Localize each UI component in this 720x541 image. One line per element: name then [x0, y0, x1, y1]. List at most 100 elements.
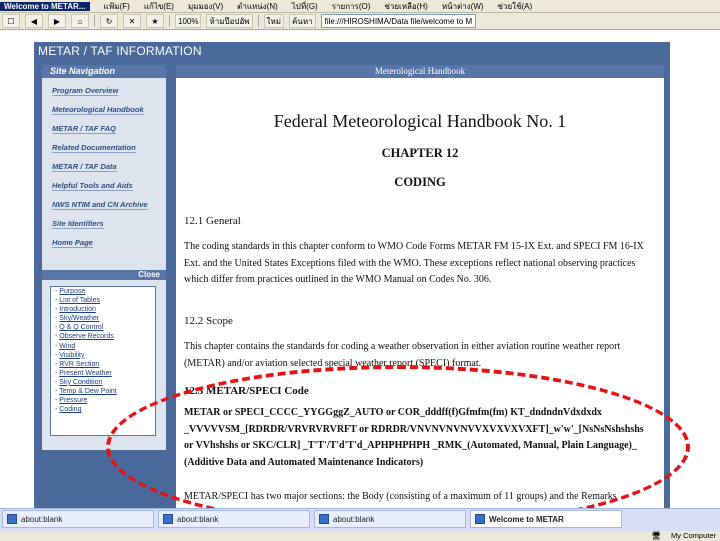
toc-link[interactable]: Present Weather: [59, 370, 111, 377]
home-icon[interactable]: ⌂: [71, 14, 89, 28]
menu-view[interactable]: มุมมอง(V): [188, 0, 223, 12]
bookmark-icon[interactable]: ★: [146, 14, 164, 28]
menu-edit[interactable]: แก้ไข(E): [144, 0, 174, 12]
toc-item[interactable]: - Sky Condition: [51, 378, 155, 387]
toc-item[interactable]: - Observe Records: [51, 332, 155, 341]
toolbar-divider-3: [257, 15, 259, 27]
search-button[interactable]: ค้นหา: [289, 14, 316, 28]
browser-toolbar: ☐ ◀ ▶ ⌂ ↻ ✕ ★ 100% ห้ามป๊อปอัพ ใหม่ ค้นห…: [0, 13, 720, 30]
toc-item[interactable]: - List of Tables: [51, 296, 155, 305]
nav-link-label: NWS NTIM and CN Archive: [52, 200, 148, 210]
taskbar: about:blank about:blank about:blank Welc…: [0, 508, 720, 541]
toc-item[interactable]: - RVR Section: [51, 360, 155, 369]
section-text-scope: This chapter contains the standards for …: [184, 341, 621, 369]
toolbar-divider: [94, 15, 95, 27]
toc-link[interactable]: List of Tables: [59, 297, 100, 304]
metar-code-format: METAR or SPECI_CCCC_YYGGggZ_AUTO or COR_…: [184, 407, 644, 468]
toc-item[interactable]: - Present Weather: [51, 369, 155, 378]
popup-block-button[interactable]: ห้ามป๊อปอัพ: [206, 14, 253, 28]
nav-link-label: Helpful Tools and Aids: [52, 181, 133, 191]
toc-item[interactable]: - Coding: [51, 405, 155, 414]
toc-item[interactable]: - Temp & Dew Point: [51, 387, 155, 396]
nav-link-meteorological-handbook[interactable]: Meteorological Handbook: [52, 103, 166, 116]
task-button-1[interactable]: about:blank: [2, 510, 154, 528]
site-title: METAR / TAF INFORMATION: [38, 44, 202, 58]
toc-link[interactable]: Coding: [59, 406, 81, 413]
task-button-4[interactable]: Welcome to METAR: [470, 510, 622, 528]
toc-link[interactable]: Temp & Dew Point: [59, 388, 117, 395]
chapter-heading: CHAPTER 12: [381, 146, 459, 160]
browser-icon: [319, 514, 329, 524]
stop-icon[interactable]: ✕: [123, 14, 141, 28]
toc-link[interactable]: Q & Q Control: [59, 324, 103, 331]
nav-link-ntim-archive[interactable]: NWS NTIM and CN Archive: [52, 198, 166, 211]
toc-item[interactable]: - Sky/Weather: [51, 314, 155, 323]
toc-item[interactable]: - Purpose: [51, 287, 155, 296]
nav-link-label: METAR / TAF FAQ: [52, 124, 116, 134]
section-heading-general: 12.1 General: [184, 215, 241, 227]
coding-heading: CODING: [394, 175, 446, 189]
menu-window[interactable]: หน้าต่าง(W): [442, 0, 484, 12]
nav-link-tools[interactable]: Helpful Tools and Aids: [52, 179, 166, 192]
nav-link-site-identifiers[interactable]: Site Identifiers: [52, 217, 166, 230]
toc-link[interactable]: Pressure: [59, 397, 87, 404]
toc-item[interactable]: - Introduction: [51, 305, 155, 314]
nav-link-label: METAR / TAF Data: [52, 162, 117, 172]
browser-icon: [163, 514, 173, 524]
toc-link[interactable]: Purpose: [59, 288, 85, 295]
new-page-icon[interactable]: ☐: [2, 14, 20, 28]
page-viewport: METAR / TAF INFORMATION Site Navigation …: [0, 31, 720, 529]
new-button[interactable]: ใหม่: [263, 14, 284, 28]
forward-icon[interactable]: ▶: [48, 14, 66, 28]
status-right: 🖥 My Computer: [651, 531, 716, 540]
browser-icon: [475, 514, 485, 524]
toc-link[interactable]: RVR Section: [59, 361, 99, 368]
toc-item[interactable]: - Pressure: [51, 396, 155, 405]
section-text-code: METAR/SPECI has two major sections: the …: [184, 491, 617, 508]
toolbar-divider-2: [169, 15, 170, 27]
toc-link[interactable]: Introduction: [59, 306, 96, 313]
task-label: about:blank: [177, 514, 219, 524]
nav-link-related-docs[interactable]: Related Documentation: [52, 141, 166, 154]
nav-link-label: Home Page: [52, 238, 93, 248]
menu-goto[interactable]: ไปที่(G): [292, 0, 318, 12]
toc-link[interactable]: Visibility: [59, 352, 84, 359]
menu-help[interactable]: ช่วยเหลือ(H): [384, 0, 427, 12]
toc-item[interactable]: - Visibility: [51, 351, 155, 360]
reload-icon[interactable]: ↻: [100, 14, 118, 28]
nav-title: Site Navigation: [42, 65, 166, 78]
nav-link-faq[interactable]: METAR / TAF FAQ: [52, 122, 166, 135]
window-title: Welcome to METAR...: [0, 1, 90, 11]
toc-link[interactable]: Sky/Weather: [59, 315, 99, 322]
computer-icon: 🖥: [651, 531, 661, 540]
menu-items[interactable]: รายการ(O): [332, 0, 371, 12]
nav-link-home[interactable]: Home Page: [52, 236, 166, 249]
menu-bar: Welcome to METAR... แฟ้ม(F) แก้ไข(E) มุม…: [0, 0, 720, 13]
nav-link-data[interactable]: METAR / TAF Data: [52, 160, 166, 173]
task-button-2[interactable]: about:blank: [158, 510, 310, 528]
close-button[interactable]: Close: [42, 270, 166, 280]
zoom-select[interactable]: 100%: [175, 14, 202, 28]
toc-item[interactable]: - Wind: [51, 342, 155, 351]
address-bar[interactable]: file:///HIROSHIMA/Data file/welcome to M: [320, 14, 477, 28]
content-title: Meterological Handbook: [176, 65, 664, 78]
task-label: about:blank: [21, 514, 63, 524]
back-icon[interactable]: ◀: [25, 14, 43, 28]
toc-list[interactable]: - Purpose - List of Tables - Introductio…: [50, 286, 156, 436]
nav-link-program-overview[interactable]: Program Overview: [52, 84, 166, 97]
browser-icon: [7, 514, 17, 524]
section-heading-scope: 12.2 Scope: [184, 315, 233, 327]
site-frame: METAR / TAF INFORMATION Site Navigation …: [34, 42, 670, 508]
task-button-3[interactable]: about:blank: [314, 510, 466, 528]
toc-link[interactable]: Observe Records: [59, 333, 113, 340]
toc-panel: Close - Purpose - List of Tables - Intro…: [42, 270, 166, 450]
site-navigation: Site Navigation Program Overview Meteoro…: [42, 65, 166, 270]
menu-file[interactable]: แฟ้ม(F): [104, 0, 130, 12]
menu-location[interactable]: ตำแหน่ง(N): [237, 0, 278, 12]
toc-link[interactable]: Sky Condition: [59, 379, 102, 386]
menu-tools[interactable]: ช่วยใช้(A): [498, 0, 533, 12]
status-zone: My Computer: [670, 531, 716, 540]
toc-item[interactable]: - Q & Q Control: [51, 323, 155, 332]
main-content: Meterological Handbook Federal Meteorolo…: [176, 65, 664, 508]
toc-link[interactable]: Wind: [59, 343, 75, 350]
